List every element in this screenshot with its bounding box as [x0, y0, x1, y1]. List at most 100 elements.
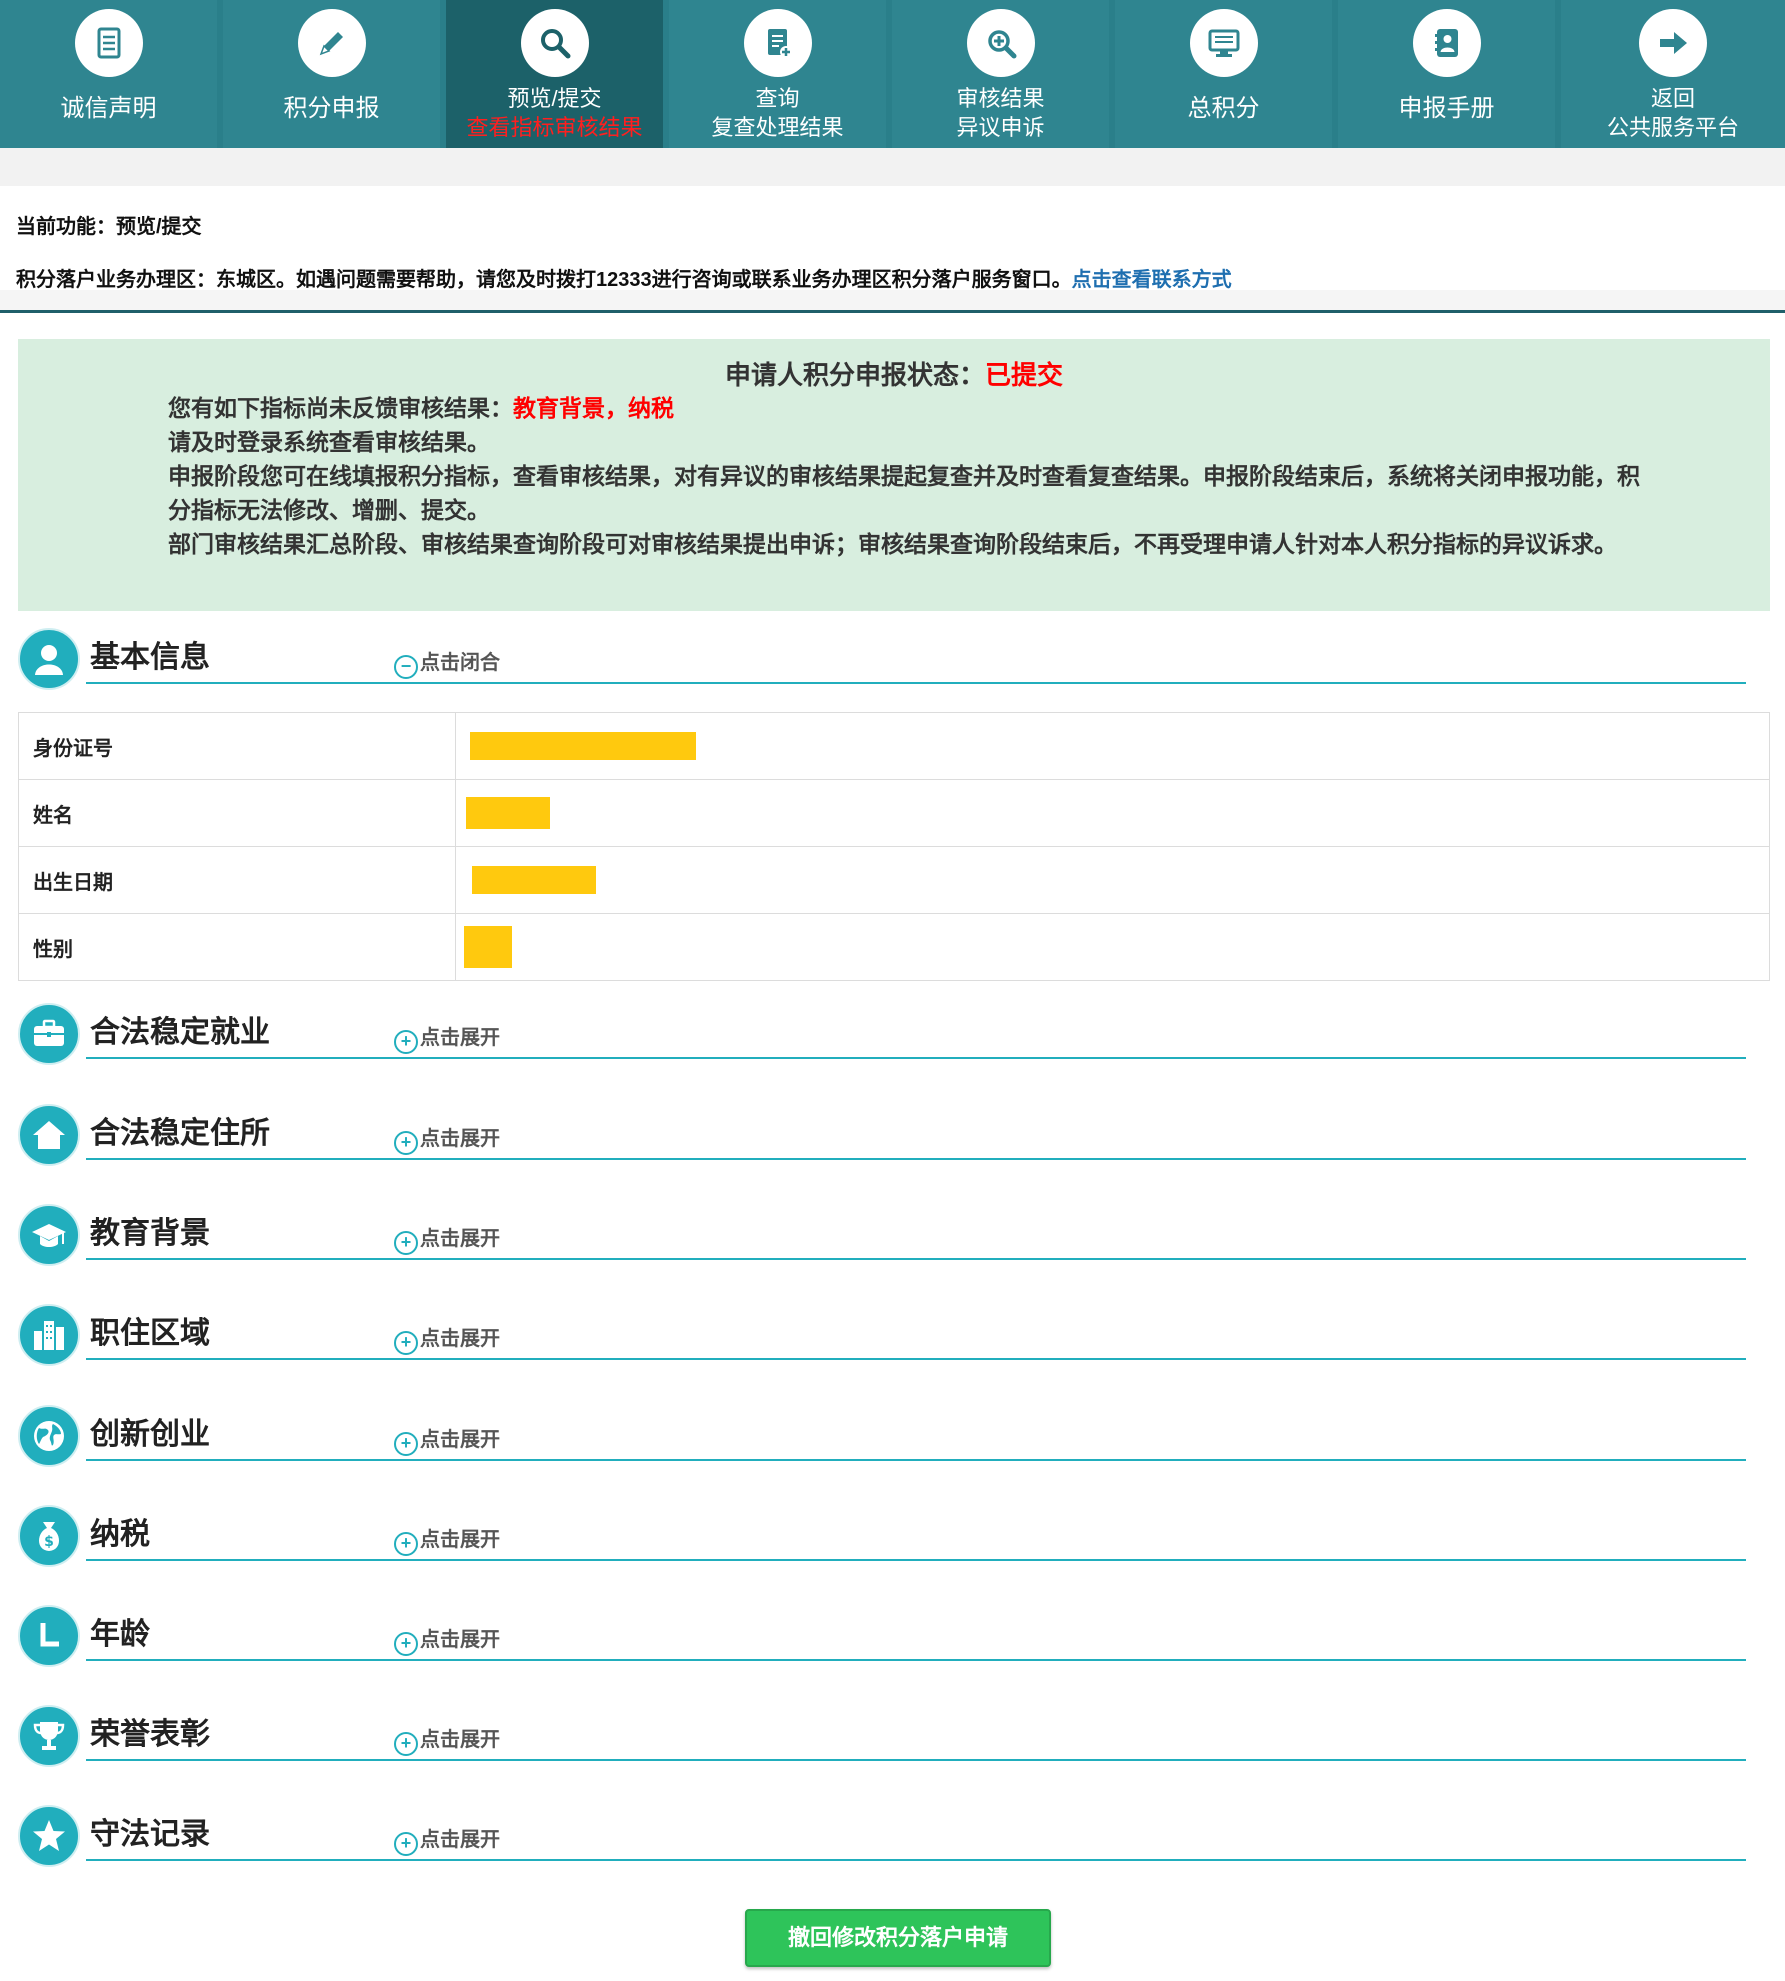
document-icon — [74, 9, 143, 77]
contact-info-link[interactable]: 点击查看联系方式 — [1072, 269, 1232, 291]
district-notice: 积分落户业务办理区：东城区。如遇问题需要帮助，请您及时拨打12333进行咨询或联… — [16, 263, 1232, 292]
section-innovation: 创新创业 + 点击展开 — [14, 1397, 1746, 1467]
expand-toggle[interactable]: + 点击展开 — [394, 1823, 500, 1856]
toggle-label: 点击展开 — [420, 1629, 500, 1651]
search-icon — [520, 9, 589, 77]
section-underline — [86, 682, 1746, 684]
pending-indicators-line: 您有如下指标尚未反馈审核结果：教育背景，纳税 — [168, 391, 1648, 425]
nav-label: 预览/提交 — [507, 86, 602, 111]
section-underline — [86, 1859, 1746, 1861]
globe-icon — [18, 1405, 80, 1467]
expand-toggle[interactable]: + 点击展开 — [394, 1523, 500, 1556]
nav-label: 审核结果 — [956, 86, 1045, 111]
toggle-label: 点击展开 — [420, 1328, 500, 1350]
redacted-value — [464, 926, 512, 968]
redacted-value — [470, 732, 696, 760]
status-title: 申请人积分申报状态：已提交 — [18, 355, 1770, 392]
nav-item-query[interactable]: 查询 复查处理结果 — [669, 0, 886, 148]
expand-toggle[interactable]: + 点击展开 — [394, 1723, 500, 1756]
nav-item-points-declaration[interactable]: 积分申报 — [223, 0, 440, 148]
row-value — [455, 712, 1770, 780]
toggle-label: 点击展开 — [420, 1228, 500, 1250]
nav-item-integrity-statement[interactable]: 诚信声明 — [0, 0, 217, 148]
top-nav: 诚信声明 积分申报 预览/提交 查看指标审核结果 查询 复查处理结果 审核结果 … — [0, 0, 1785, 148]
plus-circle-icon: + — [394, 1832, 418, 1856]
plus-circle-icon: + — [394, 1732, 418, 1756]
plus-circle-icon: + — [394, 1030, 418, 1054]
collapse-toggle[interactable]: − 点击闭合 — [394, 646, 500, 679]
table-row: 身份证号 — [18, 712, 1770, 780]
nav-label: 积分申报 — [283, 95, 380, 122]
section-education: 教育背景 + 点击展开 — [14, 1196, 1746, 1266]
section-title: 职住区域 — [90, 1317, 210, 1350]
section-underline — [86, 1459, 1746, 1461]
toggle-label: 点击闭合 — [420, 652, 500, 674]
section-title: 纳税 — [90, 1518, 150, 1551]
nav-item-review-appeal[interactable]: 审核结果 异议申诉 — [892, 0, 1109, 148]
section-age: 年龄 + 点击展开 — [14, 1597, 1746, 1667]
section-title: 年龄 — [90, 1618, 150, 1651]
graduation-cap-icon — [18, 1204, 80, 1266]
toggle-label: 点击展开 — [420, 1829, 500, 1851]
row-label: 性别 — [18, 913, 456, 981]
briefcase-icon — [18, 1003, 80, 1065]
city-buildings-icon — [18, 1304, 80, 1366]
row-value — [455, 779, 1770, 847]
section-title: 合法稳定住所 — [90, 1117, 270, 1150]
status-notice-3: 部门审核结果汇总阶段、审核结果查询阶段可对审核结果提出申诉；审核结果查询阶段结束… — [168, 531, 1617, 557]
expand-toggle[interactable]: + 点击展开 — [394, 1423, 500, 1456]
pencil-icon — [297, 9, 366, 77]
nav-item-handbook[interactable]: 申报手册 — [1338, 0, 1555, 148]
nav-sublabel: 查看指标审核结果 — [466, 115, 643, 140]
section-work-residence-area: 职住区域 + 点击展开 — [14, 1296, 1746, 1366]
section-title: 合法稳定就业 — [90, 1016, 270, 1049]
nav-item-preview-submit[interactable]: 预览/提交 查看指标审核结果 — [446, 0, 663, 148]
info-gray-bar — [0, 290, 1785, 312]
nav-item-total-points[interactable]: 总积分 — [1115, 0, 1332, 148]
section-underline — [86, 1057, 1746, 1059]
plus-circle-icon: + — [394, 1331, 418, 1355]
row-label: 身份证号 — [18, 712, 456, 780]
status-notice-2: 申报阶段您可在线填报积分指标，查看审核结果，对有异议的审核结果提起复查并及时查看… — [168, 463, 1640, 523]
expand-toggle[interactable]: + 点击展开 — [394, 1021, 500, 1054]
withdraw-application-button[interactable]: 撤回修改积分落户申请 — [745, 1909, 1051, 1967]
section-residence: 合法稳定住所 + 点击展开 — [14, 1096, 1746, 1166]
section-underline — [86, 1759, 1746, 1761]
expand-toggle[interactable]: + 点击展开 — [394, 1222, 500, 1255]
section-title: 守法记录 — [90, 1818, 210, 1851]
plus-circle-icon: + — [394, 1231, 418, 1255]
expand-toggle[interactable]: + 点击展开 — [394, 1623, 500, 1656]
money-bag-icon: $ — [18, 1505, 80, 1567]
nav-label: 总积分 — [1187, 95, 1260, 122]
nav-sublabel: 复查处理结果 — [711, 115, 844, 140]
clock-icon — [18, 1605, 80, 1667]
monitor-icon — [1189, 9, 1258, 77]
current-function-label: 当前功能：预览/提交 — [16, 216, 202, 238]
handbook-icon — [1412, 9, 1481, 77]
house-icon — [18, 1104, 80, 1166]
nav-item-return-platform[interactable]: 返回 公共服务平台 — [1561, 0, 1785, 148]
toggle-label: 点击展开 — [420, 1729, 500, 1751]
row-label: 姓名 — [18, 779, 456, 847]
toggle-label: 点击展开 — [420, 1429, 500, 1451]
document-add-icon — [743, 9, 812, 77]
arrow-right-icon — [1639, 9, 1707, 77]
expand-toggle[interactable]: + 点击展开 — [394, 1122, 500, 1155]
nav-sublabel: 异议申诉 — [956, 115, 1045, 140]
nav-label: 诚信声明 — [60, 95, 157, 122]
expand-toggle[interactable]: + 点击展开 — [394, 1322, 500, 1355]
status-panel: 申请人积分申报状态：已提交 您有如下指标尚未反馈审核结果：教育背景，纳税 请及时… — [18, 339, 1770, 611]
table-row: 姓名 — [18, 779, 1770, 847]
section-title: 荣誉表彰 — [90, 1718, 210, 1751]
plus-circle-icon: + — [394, 1532, 418, 1556]
toggle-label: 点击展开 — [420, 1128, 500, 1150]
section-basic-info: 基本信息 − 点击闭合 — [14, 620, 1746, 690]
basic-info-table: 身份证号 姓名 出生日期 性别 — [18, 712, 1770, 981]
nav-bottom-strip — [0, 148, 1785, 186]
section-underline — [86, 1258, 1746, 1260]
nav-label: 返回 — [1650, 86, 1695, 111]
table-row: 出生日期 — [18, 846, 1770, 914]
pending-indicators-label: 您有如下指标尚未反馈审核结果： — [168, 395, 513, 421]
status-notice-1: 请及时登录系统查看审核结果。 — [168, 429, 490, 455]
section-underline — [86, 1158, 1746, 1160]
